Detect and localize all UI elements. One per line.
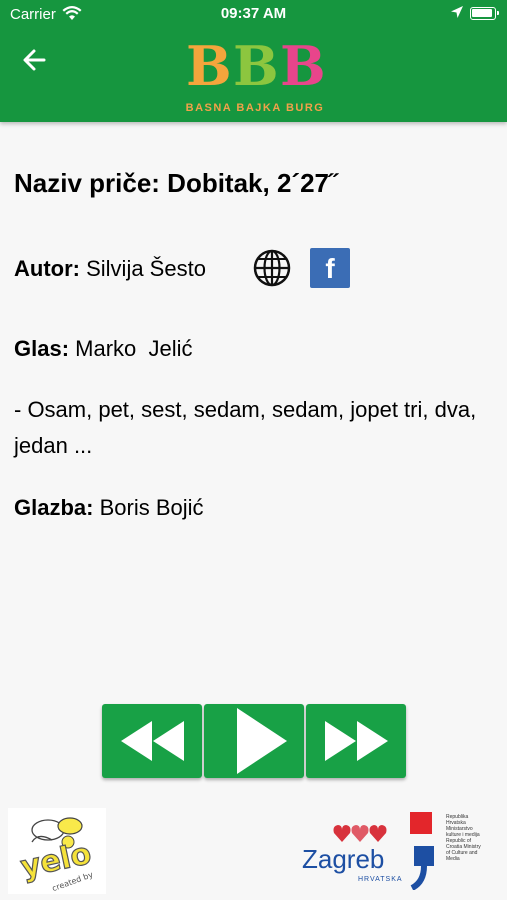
fast-forward-button[interactable] bbox=[306, 704, 406, 778]
music-label: Glazba: bbox=[14, 495, 94, 520]
globe-icon bbox=[253, 249, 291, 287]
logo-letter: B bbox=[233, 34, 279, 98]
music-name: Boris Bojić bbox=[99, 495, 204, 520]
facebook-button[interactable]: f bbox=[310, 248, 350, 288]
playback-controls bbox=[102, 704, 406, 778]
zagreb-hearts-icon bbox=[333, 825, 387, 842]
croatia-emblem-icon bbox=[410, 812, 434, 890]
logo-subtitle: BASNA BAJKA BURG bbox=[185, 102, 325, 114]
voice-row: Glas: Marko Jelić bbox=[14, 336, 193, 362]
location-arrow-icon bbox=[451, 6, 463, 18]
story-title: Naziv priče: Dobitak, 2´27˝ bbox=[14, 168, 338, 198]
rewind-button[interactable] bbox=[102, 704, 202, 778]
fast-forward-icon bbox=[325, 721, 388, 761]
logo-letter: B bbox=[186, 34, 232, 98]
author-name: Silvija Šesto bbox=[86, 256, 206, 281]
website-button[interactable] bbox=[252, 248, 292, 288]
logo-letters: B B B bbox=[180, 38, 330, 94]
rewind-icon bbox=[121, 721, 184, 761]
battery-icon bbox=[470, 7, 499, 20]
story-quote: - Osam, pet, sest, sedam, sedam, jopet t… bbox=[14, 397, 477, 458]
facebook-icon: f bbox=[325, 253, 335, 284]
zagreb-logo-text: Zagreb bbox=[302, 844, 385, 874]
voice-name: Marko Jelić bbox=[75, 336, 193, 361]
author-row: Autor: Silvija Šesto bbox=[14, 256, 206, 282]
status-time: 09:37 AM bbox=[220, 5, 287, 22]
status-bar: Carrier 09:37 AM bbox=[0, 0, 507, 28]
app-header: Carrier 09:37 AM B B B BASNA BAJKA BURG bbox=[0, 0, 507, 122]
back-button[interactable] bbox=[18, 44, 54, 76]
yelo-logo-image: yelo created by bbox=[8, 808, 106, 894]
yelo-logo: yelo created by bbox=[8, 808, 106, 894]
logo-letter: B bbox=[280, 34, 326, 98]
author-label: Autor: bbox=[14, 256, 80, 281]
ministry-text: Republika Hrvatska Ministarstvo kulture … bbox=[446, 814, 481, 862]
play-icon bbox=[237, 708, 287, 774]
music-row: Glazba: Boris Bojić bbox=[14, 495, 204, 521]
voice-label: Glas: bbox=[14, 336, 70, 361]
zagreb-logo-sub: HRVATSKA bbox=[358, 876, 403, 883]
sponsor-logos: Zagreb HRVATSKA Republika Hrvatska Minis… bbox=[302, 808, 482, 892]
arrow-left-icon bbox=[23, 49, 46, 71]
play-button[interactable] bbox=[204, 704, 304, 778]
app-logo: B B B BASNA BAJKA BURG bbox=[180, 38, 330, 118]
